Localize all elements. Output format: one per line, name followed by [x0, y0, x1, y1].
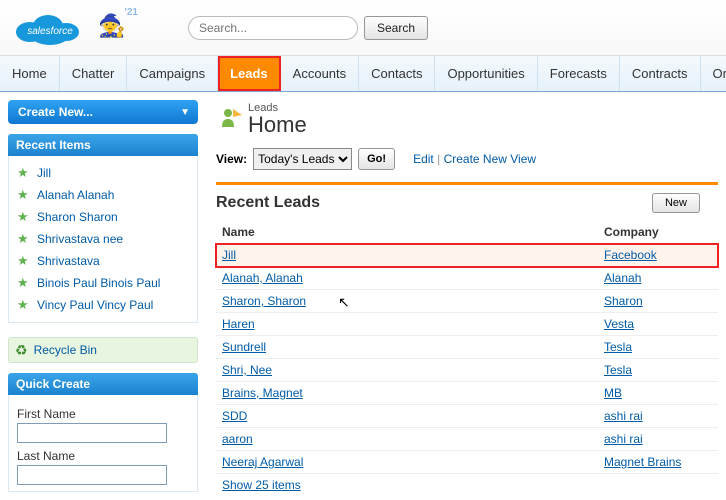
quick-create-panel: Quick Create First Name Last Name — [8, 373, 198, 492]
recent-item: ★ Alanah Alanah — [17, 184, 189, 206]
lead-icon: ★ — [17, 209, 31, 225]
tab-opportunities[interactable]: Opportunities — [435, 56, 537, 91]
quick-create-header: Quick Create — [8, 373, 198, 395]
table-row: Sharon, Sharon Sharon — [216, 290, 718, 313]
edit-view-link[interactable]: Edit — [413, 152, 434, 166]
recycle-bin[interactable]: ♻ Recycle Bin — [8, 337, 198, 363]
lead-company-link[interactable]: Magnet Brains — [604, 455, 681, 469]
table-row: Alanah, Alanah Alanah — [216, 267, 718, 290]
tab-contracts[interactable]: Contracts — [620, 56, 701, 91]
view-select[interactable]: Today's Leads — [253, 148, 352, 170]
recent-item-link[interactable]: Shrivastava nee — [37, 232, 123, 246]
go-button[interactable]: Go! — [358, 148, 395, 170]
lead-company-link[interactable]: Tesla — [604, 340, 632, 354]
svg-text:salesforce: salesforce — [27, 26, 73, 37]
tab-accounts[interactable]: Accounts — [281, 56, 359, 91]
lead-icon: ★ — [17, 297, 31, 313]
recycle-icon: ♻ — [15, 342, 28, 359]
recent-item-link[interactable]: Vincy Paul Vincy Paul — [37, 298, 153, 312]
table-row: Jill Facebook — [216, 244, 718, 267]
page-title: Home — [248, 114, 307, 136]
table-row: Sundrell Tesla — [216, 336, 718, 359]
mascot-icon: 🧙'21 — [98, 13, 128, 43]
recent-item: ★ Shrivastava — [17, 250, 189, 272]
search-button[interactable]: Search — [364, 16, 428, 40]
tab-contacts[interactable]: Contacts — [359, 56, 435, 91]
chevron-down-icon: ▼ — [180, 107, 190, 118]
sidebar: Create New... ▼ Recent Items ★ Jill ★ Alana… — [8, 100, 198, 496]
recent-items-header: Recent Items — [8, 134, 198, 156]
lead-name-link[interactable]: aaron — [222, 432, 253, 446]
lead-name-link[interactable]: Brains, Magnet — [222, 386, 303, 400]
lead-icon: ★ — [17, 165, 31, 181]
lead-company-link[interactable]: Alanah — [604, 271, 641, 285]
leads-icon — [216, 105, 244, 133]
lead-icon: ★ — [17, 253, 31, 269]
recent-items-panel: Recent Items ★ Jill ★ Alanah Alanah ★ Sharon … — [8, 134, 198, 323]
leads-table: Name Company JillFacebookAlanah, AlanahA… — [216, 221, 718, 474]
lead-company-link[interactable]: MB — [604, 386, 622, 400]
lead-name-link[interactable]: SDD — [222, 409, 247, 423]
lead-company-link[interactable]: ashi rai — [604, 432, 643, 446]
recent-item-link[interactable]: Jill — [37, 166, 51, 180]
lead-company-link[interactable]: Sharon — [604, 294, 643, 308]
recent-leads-title: Recent Leads — [216, 194, 320, 212]
first-name-input[interactable] — [17, 423, 167, 443]
lead-company-link[interactable]: Facebook — [604, 248, 657, 262]
table-row: Neeraj Agarwal Magnet Brains — [216, 451, 718, 474]
recent-item: ★ Jill — [17, 162, 189, 184]
lead-icon: ★ — [17, 187, 31, 203]
recent-item: ★ Vincy Paul Vincy Paul — [17, 294, 189, 316]
tab-leads[interactable]: Leads — [218, 56, 281, 91]
lead-name-link[interactable]: Haren — [222, 317, 255, 331]
table-row: Haren Vesta — [216, 313, 718, 336]
create-new-button[interactable]: Create New... ▼ — [8, 100, 198, 124]
recent-item-link[interactable]: Binois Paul Binois Paul — [37, 276, 160, 290]
lead-company-link[interactable]: Tesla — [604, 363, 632, 377]
tab-campaigns[interactable]: Campaigns — [127, 56, 218, 91]
recent-item-link[interactable]: Alanah Alanah — [37, 188, 114, 202]
table-row: SDD ashi rai — [216, 405, 718, 428]
lead-company-link[interactable]: Vesta — [604, 317, 634, 331]
create-new-view-link[interactable]: Create New View — [444, 152, 536, 166]
table-row: Brains, Magnet MB — [216, 382, 718, 405]
last-name-input[interactable] — [17, 465, 167, 485]
salesforce-logo: salesforce — [10, 8, 90, 48]
tab-orders[interactable]: Orders — [701, 56, 726, 91]
show-more-link[interactable]: Show 25 items — [222, 478, 301, 492]
tab-forecasts[interactable]: Forecasts — [538, 56, 620, 91]
tab-chatter[interactable]: Chatter — [60, 56, 128, 91]
col-name: Name — [216, 221, 598, 244]
topbar: salesforce 🧙'21 Search — [0, 0, 726, 56]
lead-icon: ★ — [17, 231, 31, 247]
new-lead-button[interactable]: New — [652, 193, 700, 213]
tab-home[interactable]: Home — [0, 56, 60, 91]
recent-item: ★ Shrivastava nee — [17, 228, 189, 250]
recycle-bin-link[interactable]: Recycle Bin — [34, 343, 97, 357]
lead-name-link[interactable]: Alanah, Alanah — [222, 271, 303, 285]
recent-item-link[interactable]: Shrivastava — [37, 254, 100, 268]
nav-tabs: HomeChatterCampaignsLeadsAccountsContact… — [0, 56, 726, 92]
view-label: View: — [216, 152, 247, 166]
lead-name-link[interactable]: Sundrell — [222, 340, 266, 354]
first-name-label: First Name — [17, 407, 189, 421]
lead-name-link[interactable]: Jill — [222, 248, 236, 262]
lead-icon: ★ — [17, 275, 31, 291]
search-input[interactable] — [188, 16, 358, 40]
recent-item-link[interactable]: Sharon Sharon — [37, 210, 118, 224]
recent-item: ★ Sharon Sharon — [17, 206, 189, 228]
last-name-label: Last Name — [17, 449, 189, 463]
table-row: aaron ashi rai — [216, 428, 718, 451]
lead-company-link[interactable]: ashi rai — [604, 409, 643, 423]
lead-name-link[interactable]: Shri, Nee — [222, 363, 272, 377]
table-row: Shri, Nee Tesla — [216, 359, 718, 382]
main-content: Leads Home View: Today's Leads Go! Edit … — [198, 100, 718, 496]
col-company: Company — [598, 221, 718, 244]
lead-name-link[interactable]: Sharon, Sharon — [222, 294, 306, 308]
recent-item: ★ Binois Paul Binois Paul — [17, 272, 189, 294]
lead-name-link[interactable]: Neeraj Agarwal — [222, 455, 303, 469]
